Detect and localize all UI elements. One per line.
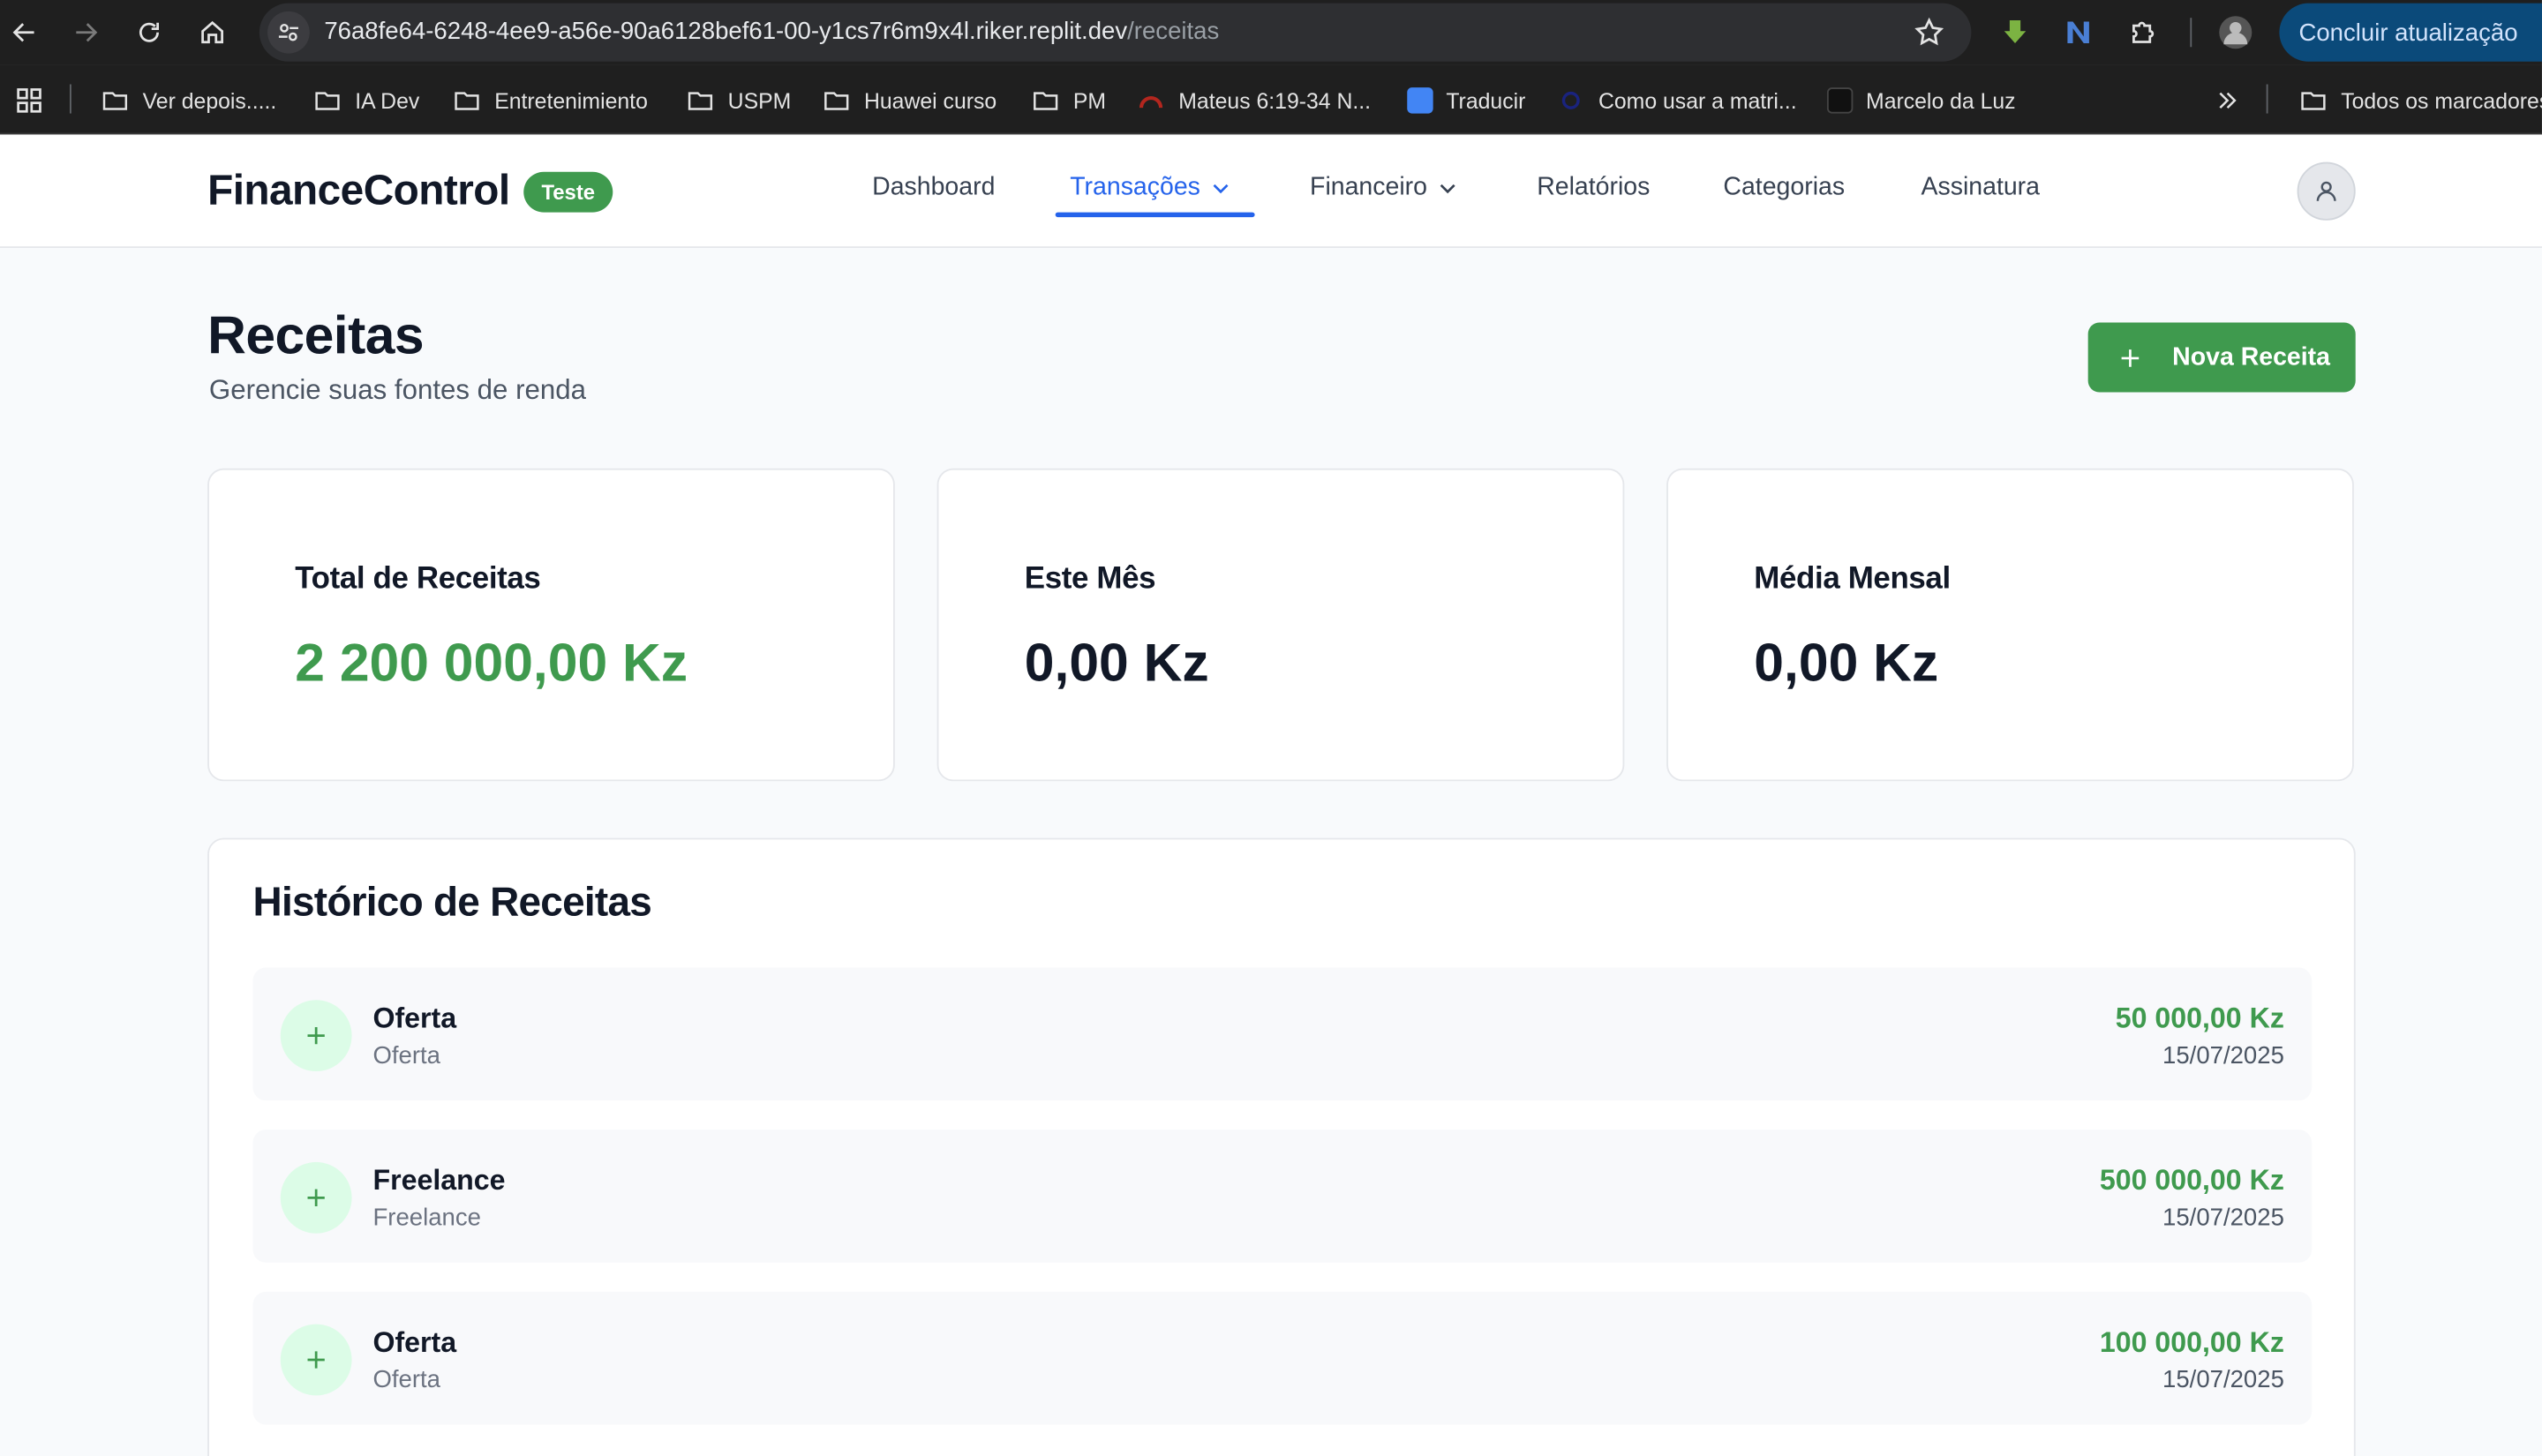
bookmarks-bar: Ver depois..... IA Dev Entretenimiento U…	[0, 64, 2542, 135]
income-category: Oferta	[372, 1366, 441, 1394]
folder-icon	[1034, 92, 1058, 110]
income-category: Freelance	[372, 1204, 481, 1232]
stat-value: 0,00 Kz	[1024, 632, 1209, 693]
page-title: Receitas	[207, 304, 425, 365]
toolbar-divider	[2190, 18, 2192, 48]
reload-icon[interactable]	[130, 13, 169, 52]
income-date: 15/07/2025	[2162, 1366, 2284, 1394]
profile-avatar-icon[interactable]	[2218, 15, 2253, 50]
chevron-down-icon	[1440, 184, 1456, 194]
income-row[interactable]: Freelance Freelance 500 000,00 Kz 15/07/…	[252, 1130, 2313, 1263]
site-icon	[1826, 87, 1854, 114]
back-icon[interactable]	[5, 13, 44, 52]
income-amount: 50 000,00 Kz	[2115, 1002, 2284, 1034]
bookmarks-divider	[69, 84, 71, 114]
stat-value: 0,00 Kz	[1754, 632, 1939, 693]
bookmark-traducir[interactable]: Traducir	[1407, 85, 1525, 117]
stat-card-monthly-average: Média Mensal 0,00 Kz	[1666, 468, 2354, 782]
all-bookmarks-folder[interactable]: Todos os marcadores	[2298, 85, 2542, 117]
bookmark-entretenimiento[interactable]: Entretenimiento	[452, 85, 648, 117]
forward-icon[interactable]	[66, 13, 105, 52]
brand-logo[interactable]: FinanceControl	[207, 165, 510, 215]
history-title: Histórico de Receitas	[252, 880, 652, 926]
apps-grid-icon[interactable]	[15, 85, 44, 117]
browser-toolbar: 76a8fe64-6248-4ee9-a56e-90a6128bef61-00-…	[0, 0, 2542, 65]
url-text: 76a8fe64-6248-4ee9-a56e-90a6128bef61-00-…	[324, 18, 1220, 46]
bookmark-marcelo[interactable]: Marcelo da Luz	[1826, 85, 2016, 117]
income-amount: 100 000,00 Kz	[2099, 1325, 2284, 1359]
income-category: Oferta	[372, 1041, 441, 1070]
bookmark-ia-dev[interactable]: IA Dev	[312, 85, 419, 117]
folder-icon	[688, 92, 713, 110]
extensions-puzzle-icon[interactable]	[2125, 15, 2161, 50]
nav-dashboard[interactable]: Dashboard	[872, 174, 995, 203]
folder-icon	[315, 92, 340, 110]
nav-assinatura[interactable]: Assinatura	[1921, 174, 2040, 203]
download-extension-icon[interactable]	[1997, 15, 2033, 50]
user-icon	[2316, 181, 2336, 201]
plus-icon	[280, 1000, 352, 1072]
stat-card-total: Total de Receitas 2 200 000,00 Kz	[207, 468, 895, 782]
home-icon[interactable]	[193, 13, 232, 52]
income-date: 15/07/2025	[2162, 1204, 2284, 1232]
folder-icon	[2301, 92, 2326, 110]
nav-relatorios[interactable]: Relatórios	[1537, 174, 1650, 203]
bookmark-mateus[interactable]: Mateus 6:19-34 N...	[1137, 85, 1371, 117]
plus-icon	[280, 1324, 352, 1396]
bookmark-uspm[interactable]: USPM	[686, 85, 791, 117]
env-badge: Teste	[523, 171, 613, 213]
site-icon	[1561, 91, 1580, 109]
stat-value: 2 200 000,00 Kz	[295, 632, 688, 693]
new-income-button[interactable]: Nova Receita	[2087, 322, 2356, 393]
page-subtitle: Gerencie suas fontes de renda	[208, 374, 586, 406]
chevron-down-icon	[1214, 184, 1230, 194]
income-date: 15/07/2025	[2162, 1041, 2284, 1070]
bookmark-huawei-curso[interactable]: Huawei curso	[822, 85, 996, 117]
site-settings-icon[interactable]	[267, 11, 310, 54]
bookmark-como-usar[interactable]: Como usar a matri...	[1556, 85, 1797, 117]
bookmark-ver-depois[interactable]: Ver depois.....	[101, 85, 276, 117]
income-title: Oferta	[372, 1325, 457, 1359]
bookmarks-divider	[2266, 84, 2268, 114]
folder-icon	[824, 92, 849, 110]
bookmark-pm[interactable]: PM	[1031, 85, 1106, 117]
user-avatar[interactable]	[2297, 161, 2356, 221]
translate-icon	[1407, 87, 1433, 114]
stat-card-this-month: Este Mês 0,00 Kz	[936, 468, 1625, 782]
stat-label: Total de Receitas	[295, 562, 541, 597]
income-title: Oferta	[372, 1002, 457, 1034]
nav-transacoes[interactable]: Transações	[1070, 174, 1232, 203]
income-row[interactable]: Oferta Oferta 50 000,00 Kz 15/07/2025	[252, 967, 2313, 1101]
plus-icon	[2121, 349, 2140, 366]
address-bar[interactable]: 76a8fe64-6248-4ee9-a56e-90a6128bef61-00-…	[259, 3, 1972, 62]
app-header: FinanceControl Teste Dashboard Transaçõe…	[0, 134, 2542, 249]
stat-label: Este Mês	[1024, 562, 1156, 597]
income-title: Freelance	[372, 1163, 506, 1197]
bookmark-star-icon[interactable]	[1913, 16, 1945, 49]
stat-label: Média Mensal	[1754, 562, 1951, 597]
nav-financeiro[interactable]: Financeiro	[1310, 174, 1460, 203]
income-history-card: Histórico de Receitas Oferta Oferta 50 0…	[207, 837, 2356, 1456]
active-nav-indicator	[1055, 212, 1255, 218]
bible-site-icon	[1139, 96, 1163, 109]
more-bookmarks-chevron-icon[interactable]	[2213, 85, 2242, 117]
folder-icon	[455, 92, 479, 110]
folder-icon	[102, 92, 128, 110]
income-amount: 500 000,00 Kz	[2099, 1163, 2284, 1197]
nav-categorias[interactable]: Categorias	[1723, 174, 1845, 203]
income-row[interactable]: Oferta Oferta 100 000,00 Kz 15/07/2025	[252, 1291, 2313, 1425]
plus-icon	[280, 1161, 352, 1234]
notion-extension-icon[interactable]	[2060, 15, 2095, 50]
update-button[interactable]: Concluir atualização	[2279, 3, 2542, 62]
